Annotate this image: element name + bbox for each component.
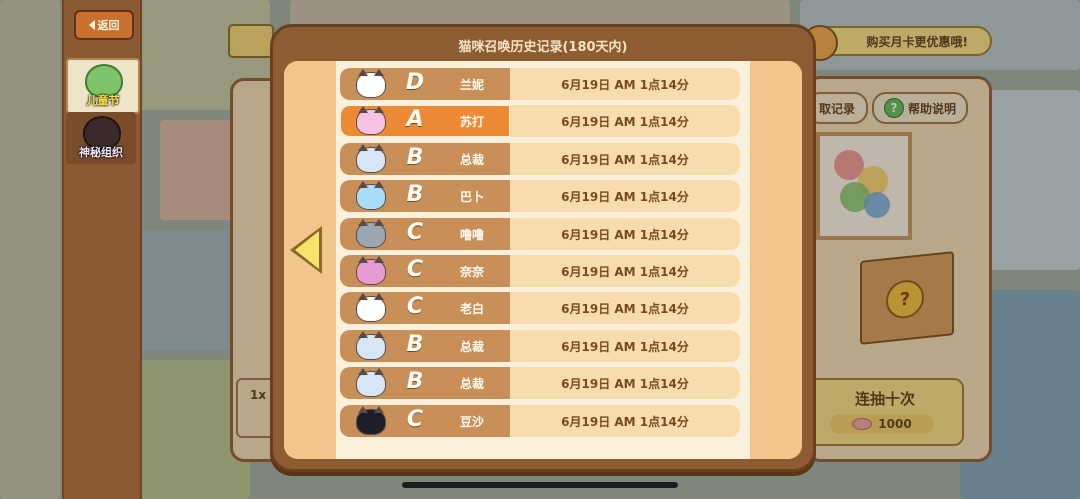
summon-time: 6月19日 AM 1点14分 xyxy=(561,377,689,392)
cat-avatar-icon xyxy=(356,368,386,398)
cat-avatar-icon xyxy=(356,256,386,285)
event-tab-label: 神秘组织 xyxy=(79,146,123,159)
history-row: B 巴卜 6月19日 AM 1点14分 xyxy=(340,180,740,213)
summon-history-modal: 猫咪召唤历史记录(180天内) D 兰妮 6月19日 AM 1点14分 A 苏打 6月19… xyxy=(270,24,816,472)
summon-time: 6月19日 AM 1点14分 xyxy=(561,339,689,354)
cat-avatar-icon xyxy=(356,405,386,435)
cat-grade: B xyxy=(406,331,424,357)
home-indicator[interactable] xyxy=(402,482,678,488)
summon-time: 6月19日 AM 1点14分 xyxy=(561,190,689,205)
summon-time: 6月19日 AM 1点14分 xyxy=(561,78,689,92)
summon-time: 6月19日 AM 1点14分 xyxy=(561,227,689,242)
side-nav: 返回 儿童节 神秘组织 xyxy=(62,0,142,499)
cat-grade: B xyxy=(406,182,424,208)
cat-avatar-icon xyxy=(356,181,386,211)
cat-name: 奈奈 xyxy=(459,265,484,279)
cat-grade: D xyxy=(405,70,425,95)
cat-avatar-icon xyxy=(356,69,386,98)
cat-grade: C xyxy=(406,257,424,282)
cat-name: 豆沙 xyxy=(459,414,484,429)
cat-name: 总裁 xyxy=(459,339,484,354)
cat-avatar-icon xyxy=(356,293,386,323)
history-row: C 老白 6月19日 AM 1点14分 xyxy=(340,292,740,325)
left-arrow-icon-fill xyxy=(295,231,319,269)
summon-time: 6月19日 AM 1点14分 xyxy=(561,302,689,317)
cat-grade: C xyxy=(406,294,424,320)
cat-name: 苏打 xyxy=(459,115,484,130)
modal-title: 猫咪召唤历史记录(180天内) xyxy=(458,40,628,55)
history-row: B 总裁 6月19日 AM 1点14分 xyxy=(340,329,740,362)
cat-grade: B xyxy=(406,144,424,170)
event-tab-childrens-day[interactable]: 儿童节 xyxy=(66,58,140,114)
cat-avatar-icon xyxy=(356,143,386,173)
history-row: C 奈奈 6月19日 AM 1点14分 xyxy=(340,255,740,287)
back-label: 返回 xyxy=(97,19,120,32)
history-row: A 苏打 6月19日 AM 1点14分 xyxy=(340,105,740,138)
cat-name: 总裁 xyxy=(459,152,484,167)
modal-right-strip xyxy=(750,61,802,459)
prev-page-button[interactable] xyxy=(290,226,324,274)
modal-content: D 兰妮 6月19日 AM 1点14分 A 苏打 6月19日 AM 1点14分 B 总裁 6月1… xyxy=(284,61,802,459)
cat-name: 噜噜 xyxy=(459,227,484,242)
cat-grade: C xyxy=(406,219,424,245)
back-button[interactable]: 返回 xyxy=(74,10,134,40)
cat-grade: C xyxy=(406,406,424,432)
cat-avatar-icon xyxy=(356,330,386,360)
cat-grade: A xyxy=(406,107,424,133)
cat-name: 总裁 xyxy=(459,377,484,392)
summon-time: 6月19日 AM 1点14分 xyxy=(561,414,689,429)
summon-time: 6月19日 AM 1点14分 xyxy=(561,152,689,167)
cat-avatar-icon xyxy=(356,218,386,248)
history-row: C 噜噜 6月19日 AM 1点14分 xyxy=(340,217,740,250)
event-tab-mystery-org[interactable]: 神秘组织 xyxy=(66,112,136,164)
history-row: B 总裁 6月19日 AM 1点14分 xyxy=(340,142,740,175)
summon-time: 6月19日 AM 1点14分 xyxy=(561,265,689,279)
cat-name: 兰妮 xyxy=(459,78,484,92)
cat-name: 老白 xyxy=(459,302,484,317)
cat-name: 巴卜 xyxy=(459,190,484,205)
history-row: D 兰妮 6月19日 AM 1点14分 xyxy=(340,68,740,100)
back-arrow-icon xyxy=(88,20,95,30)
cat-grade: B xyxy=(406,369,424,395)
cat-avatar-icon xyxy=(356,106,386,136)
history-row: B 总裁 6月19日 AM 1点14分 xyxy=(340,367,740,400)
history-row: C 豆沙 6月19日 AM 1点14分 xyxy=(340,404,740,437)
summon-time: 6月19日 AM 1点14分 xyxy=(561,115,689,130)
event-tab-label: 儿童节 xyxy=(86,94,120,107)
